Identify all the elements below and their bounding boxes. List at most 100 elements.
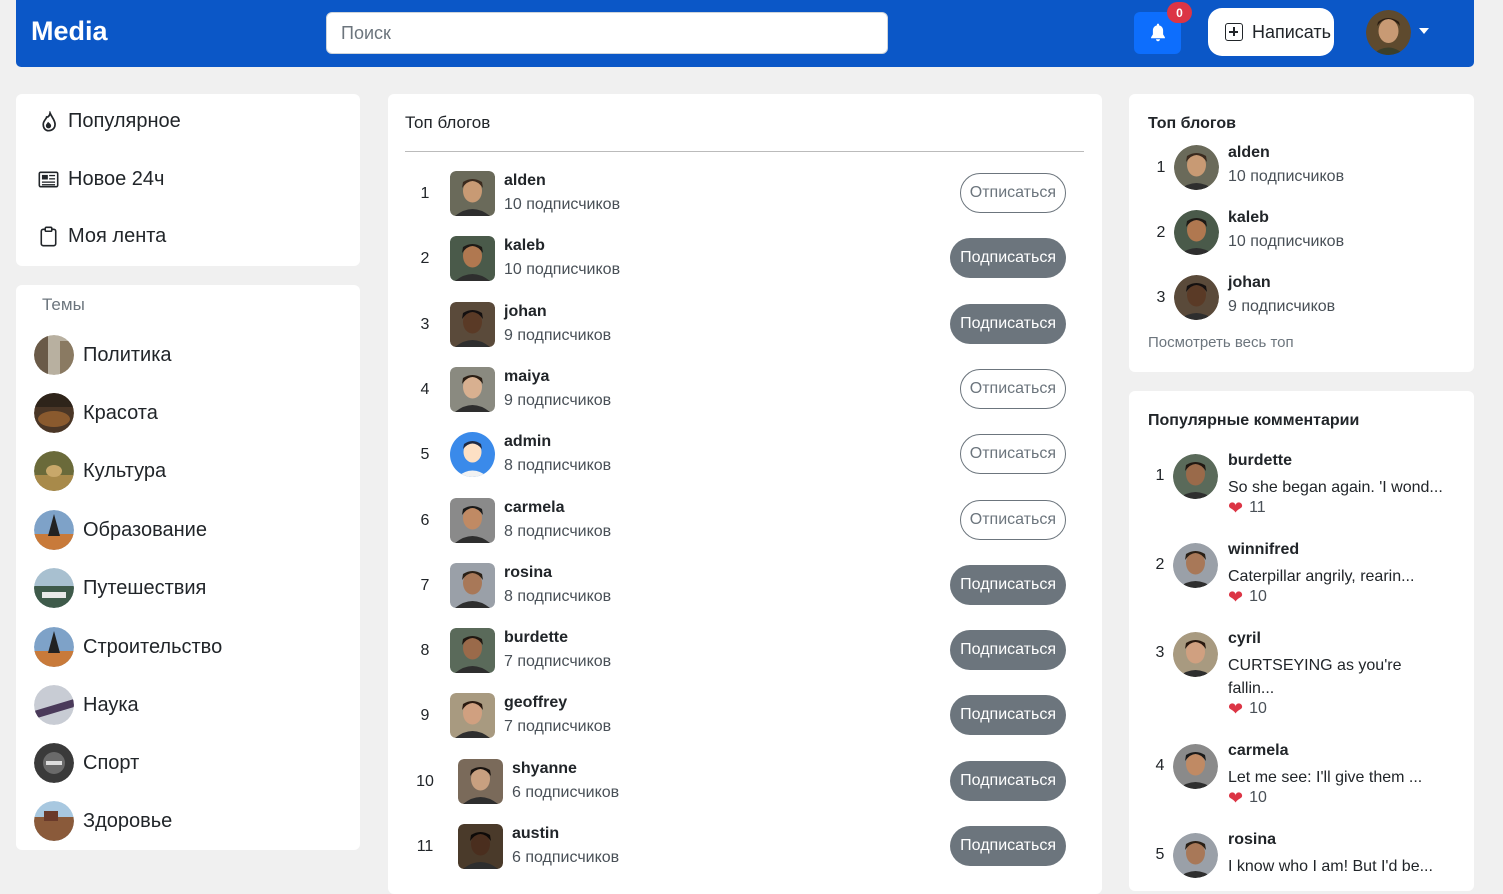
topic-item[interactable]: Политика [34,335,172,375]
subscribe-button[interactable]: Подписаться [950,695,1066,736]
avatar[interactable] [1173,833,1218,878]
likes-count: 10 [1249,700,1267,717]
topic-label: Путешествия [83,576,207,599]
topic-item[interactable]: Строительство [34,627,222,667]
topic-item[interactable]: Красота [34,393,158,433]
subscribe-button[interactable]: Подписаться [950,303,1066,344]
comment-author[interactable]: burdette [1228,452,1292,470]
topic-label: Красота [83,401,158,424]
comment-author[interactable]: cyril [1228,630,1261,648]
blog-subscribers: 6 подписчиков [512,783,620,801]
unsubscribe-button[interactable]: Отписаться [959,434,1066,475]
clipboard-icon [40,226,57,247]
topic-item[interactable]: Наука [34,685,139,725]
avatar[interactable] [1173,744,1218,789]
topic-item[interactable]: Путешествия [34,568,206,608]
topic-image [34,451,74,491]
nav-item-label: Моя лента [68,225,167,247]
chevron-down-icon[interactable] [1419,28,1429,34]
nav-item-label: Новое 24ч [68,168,165,190]
blog-rank: 6 [420,511,430,529]
topic-image [34,568,74,608]
blog-name[interactable]: burdette [504,629,568,647]
avatar[interactable] [450,236,495,282]
likes-count: 11 [1249,499,1266,516]
comment-author[interactable]: winnifred [1228,541,1299,559]
topic-image [34,335,74,375]
topic-item[interactable]: Спорт [34,743,139,783]
topic-item[interactable]: Здоровье [34,801,172,841]
search-input[interactable] [326,12,888,54]
blog-name[interactable]: alden [504,172,546,190]
unsubscribe-button[interactable]: Отписаться [959,368,1066,409]
topic-label: Наука [83,693,139,716]
write-button[interactable]: Написать [1208,8,1334,56]
topic-item[interactable]: Культура [34,451,166,491]
avatar[interactable] [458,758,503,804]
topic-label: Образование [83,518,207,541]
blog-row: 9 geoffrey 7 подписчиков Подписаться [405,692,1084,742]
avatar[interactable] [450,171,495,216]
comment-author[interactable]: carmela [1228,742,1289,760]
comment-likes[interactable]: ❤ 10 [1228,700,1267,718]
user-avatar[interactable] [1366,10,1411,55]
blog-name[interactable]: alden [1228,144,1270,162]
fire-icon [42,111,56,132]
blog-name[interactable]: kaleb [504,237,545,255]
comment-author[interactable]: rosina [1228,831,1276,849]
subscribe-button[interactable]: Подписаться [950,826,1066,866]
blog-name[interactable]: kaleb [1228,209,1269,227]
avatar[interactable] [450,628,495,674]
comment-likes[interactable]: ❤ 11 [1228,499,1266,517]
blog-name[interactable]: johan [504,303,547,321]
bell-icon [1150,23,1165,42]
avatar[interactable] [450,432,495,478]
blog-name[interactable]: rosina [504,564,552,582]
subscribe-button[interactable]: Подписаться [950,238,1066,279]
avatar[interactable] [450,497,495,543]
avatar[interactable] [1173,454,1218,499]
newspaper-icon [38,171,59,188]
unsubscribe-button[interactable]: Отписаться [959,499,1066,540]
topic-image [34,801,74,841]
topic-image [34,685,74,725]
blog-name[interactable]: admin [504,433,551,451]
avatar[interactable] [1173,543,1218,588]
avatar[interactable] [450,366,495,412]
blog-rank: 4 [420,380,430,398]
avatar[interactable] [1174,210,1219,255]
nav-item-new-24h[interactable]: Новое 24ч [38,168,164,191]
blog-name[interactable]: shyanne [512,760,577,778]
brand-logo[interactable]: Media [31,16,108,47]
avatar[interactable] [1174,275,1219,320]
avatar[interactable] [458,824,503,869]
avatar[interactable] [450,562,495,608]
avatar[interactable] [1173,632,1218,677]
comment-likes[interactable]: ❤ 10 [1228,588,1267,606]
comment-text: I know who I am! But I'd be... [1228,858,1433,875]
avatar[interactable] [450,693,495,739]
blog-name[interactable]: carmela [504,499,565,517]
topic-item[interactable]: Образование [34,510,207,550]
blog-name[interactable]: johan [1228,274,1271,292]
nav-item-my-feed[interactable]: Моя лента [38,225,166,248]
blog-subscribers: 7 подписчиков [504,718,612,736]
avatar[interactable] [450,301,495,347]
see-all-top-link[interactable]: Посмотреть весь топ [1148,334,1294,351]
blog-name[interactable]: maiya [504,368,549,386]
blog-rank: 2 [1156,224,1166,241]
avatar[interactable] [1174,145,1219,190]
subscribe-button[interactable]: Подписаться [950,630,1066,671]
subscribe-button[interactable]: Подписаться [950,564,1066,605]
unsubscribe-button[interactable]: Отписаться [959,173,1066,213]
blog-subscribers: 9 подписчиков [504,326,612,344]
subscribe-button[interactable]: Подписаться [950,760,1066,801]
comment-rank: 3 [1155,644,1165,661]
blog-name[interactable]: austin [512,825,559,843]
blog-row: 11 austin 6 подписчиков Подписаться [405,823,1084,873]
comment-likes[interactable]: ❤ 10 [1228,789,1267,807]
blog-subscribers: 10 подписчиков [1228,233,1345,250]
blog-name[interactable]: geoffrey [504,694,567,712]
sidebar-top-row: 1 alden 10 подписчиков [1148,144,1458,191]
nav-item-popular[interactable]: Популярное [38,110,181,133]
